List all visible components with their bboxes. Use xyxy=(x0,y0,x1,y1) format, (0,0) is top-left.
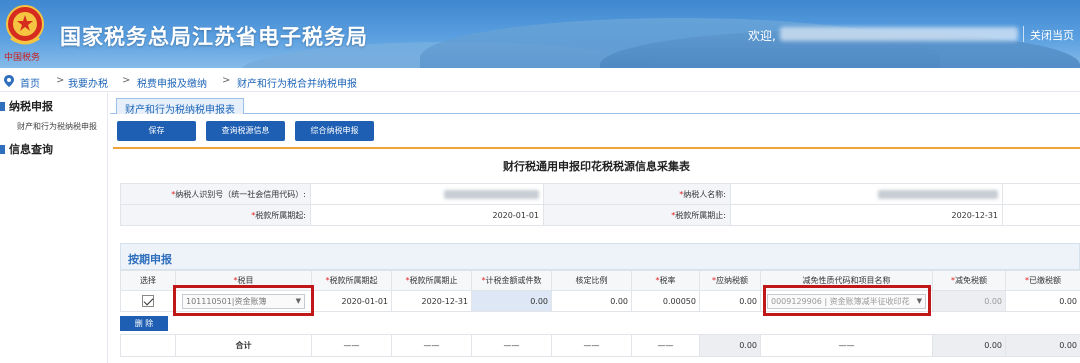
required-marker: * xyxy=(655,276,660,285)
total-dash: —— xyxy=(551,334,632,357)
redacted-value xyxy=(878,189,998,199)
period-end-value: 2020-12-31 xyxy=(730,204,1003,226)
sidebar-marker-icon xyxy=(0,145,5,154)
sidebar: 纳税申报 财产和行为税纳税申报 信息查询 xyxy=(0,93,108,363)
save-button[interactable]: 保存 xyxy=(117,121,196,141)
total-label: 合计 xyxy=(175,334,312,357)
total-dash: —— xyxy=(471,334,552,357)
required-marker: * xyxy=(1025,276,1029,285)
required-marker: * xyxy=(405,276,410,285)
period-start-label: *税款所属期起: xyxy=(120,204,311,226)
form-title: 财行税通用申报印花税税源信息采集表 xyxy=(503,160,690,173)
sidebar-item-tax-declaration[interactable]: 纳税申报 xyxy=(0,98,53,114)
row-tax-rate: 0.00050 xyxy=(631,290,700,312)
total-dash: —— xyxy=(391,334,472,357)
empty-cell xyxy=(1002,183,1080,205)
tax-emblem-icon xyxy=(6,5,44,45)
breadcrumb-declare-pay[interactable]: 税费申报及缴纳 xyxy=(137,75,207,90)
taxable-amount-input[interactable]: 0.00 xyxy=(471,290,552,312)
total-paid: 0.00 xyxy=(1005,334,1080,357)
combined-declare-button[interactable]: 综合纳税申报 xyxy=(295,121,374,141)
sidebar-item-property-behavior-tax[interactable]: 财产和行为税纳税申报 xyxy=(17,121,97,132)
row-relief-amount: 0.00 xyxy=(932,290,1006,312)
redacted-value xyxy=(444,189,539,199)
period-start-value: 2020-01-01 xyxy=(310,204,544,226)
required-marker: * xyxy=(712,276,716,285)
site-title: 国家税务总局江苏省电子税务局 xyxy=(60,25,368,49)
required-marker: * xyxy=(951,276,955,285)
section-divider xyxy=(113,147,1080,149)
col-header-taxable-amount: *计税金额或件数 xyxy=(471,270,552,291)
breadcrumb-tax-handling[interactable]: 我要办税 xyxy=(68,75,108,90)
periodic-declaration-header: 按期申报 xyxy=(120,243,1080,270)
brand-subtitle: 中国税务 xyxy=(4,53,41,63)
row-period-start: 2020-01-01 xyxy=(311,290,392,312)
total-dash: —— xyxy=(311,334,392,357)
total-relief-amount: 0.00 xyxy=(932,334,1006,357)
col-header-select: 选择 xyxy=(120,270,176,291)
empty-cell xyxy=(1002,204,1080,226)
taxpayer-name-value xyxy=(730,183,1003,205)
header-divider xyxy=(1023,26,1024,42)
close-page-link[interactable]: 关闭当页 xyxy=(1030,27,1074,43)
tab-strip: 财产和行为税纳税申报表 xyxy=(110,98,1080,116)
breadcrumb: 首页 > 我要办税 > 税费申报及缴纳 > 财产和行为税合并纳税申报 xyxy=(0,72,1080,92)
breadcrumb-separator: > xyxy=(222,75,231,86)
total-dash: —— xyxy=(631,334,700,357)
site-header: 中国税务 国家税务总局江苏省电子税务局 欢迎, 关闭当页 xyxy=(0,0,1080,68)
col-header-period-end: *税款所属期止 xyxy=(391,270,472,291)
highlight-relief-code xyxy=(763,285,931,316)
required-marker: * xyxy=(233,276,238,285)
row-ratio: 0.00 xyxy=(551,290,632,312)
required-marker: * xyxy=(251,210,256,220)
total-row: 合计 —— —— —— —— —— 0.00 —— 0.00 0.00 xyxy=(120,334,1080,357)
breadcrumb-home[interactable]: 首页 xyxy=(20,75,40,90)
welcome-text: 欢迎, xyxy=(748,29,776,43)
sidebar-item-info-query[interactable]: 信息查询 xyxy=(0,141,53,157)
total-dash: —— xyxy=(760,334,933,357)
required-marker: * xyxy=(481,276,486,285)
query-source-button[interactable]: 查询税源信息 xyxy=(206,121,285,141)
required-marker: * xyxy=(171,189,176,199)
taxpayer-info-table: *纳税人识别号（统一社会信用代码）: *纳税人名称: *税款所属期起: 2020… xyxy=(120,183,1080,226)
taxpayer-id-label: *纳税人识别号（统一社会信用代码）: xyxy=(120,183,311,205)
required-marker: * xyxy=(671,210,676,220)
taxpayer-name-label: *纳税人名称: xyxy=(543,183,731,205)
period-end-label: *税款所属期止: xyxy=(543,204,731,226)
col-header-paid: *已缴税额 xyxy=(1005,270,1080,291)
required-marker: * xyxy=(325,276,330,285)
row-checkbox[interactable] xyxy=(142,295,154,307)
required-marker: * xyxy=(679,189,684,199)
row-payable: 0.00 xyxy=(699,290,761,312)
user-info-redacted xyxy=(780,27,1018,41)
col-header-payable: *应纳税额 xyxy=(699,270,761,291)
row-period-end: 2020-12-31 xyxy=(391,290,472,312)
breadcrumb-separator: > xyxy=(56,75,65,86)
tab-property-behavior-tax-form[interactable]: 财产和行为税纳税申报表 xyxy=(116,98,244,116)
col-header-period-start: *税款所属期起 xyxy=(311,270,392,291)
breadcrumb-current[interactable]: 财产和行为税合并纳税申报 xyxy=(237,75,357,90)
breadcrumb-separator: > xyxy=(122,75,131,86)
delete-row-button[interactable]: 删 除 xyxy=(120,316,168,331)
col-header-ratio: 核定比例 xyxy=(551,270,632,291)
row-select-cell xyxy=(120,290,176,312)
sidebar-marker-icon xyxy=(0,102,5,111)
col-header-tax-rate: *税率 xyxy=(631,270,700,291)
location-pin-icon xyxy=(4,75,14,87)
taxpayer-id-value xyxy=(310,183,544,205)
highlight-tax-item xyxy=(173,285,314,316)
col-header-relief-amount: *减免税额 xyxy=(932,270,1006,291)
row-paid-amount: 0.00 xyxy=(1005,290,1080,312)
total-empty xyxy=(120,334,176,357)
total-payable: 0.00 xyxy=(699,334,761,357)
